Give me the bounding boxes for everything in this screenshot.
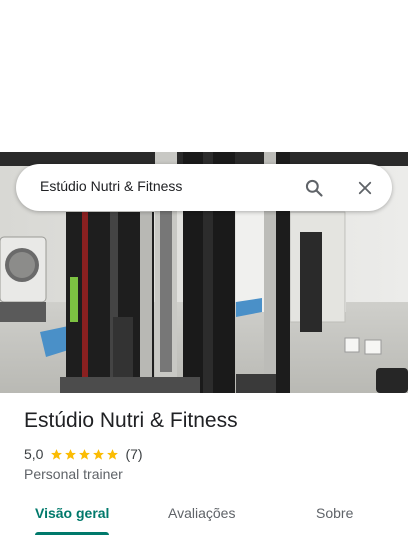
tab-overview[interactable]: Visão geral bbox=[35, 505, 109, 521]
search-icon[interactable] bbox=[301, 175, 327, 201]
review-count[interactable]: (7) bbox=[125, 446, 142, 462]
star-icon bbox=[51, 448, 63, 460]
star-icon bbox=[65, 448, 77, 460]
place-tabs: Visão geral Avaliações Sobre bbox=[0, 495, 408, 535]
search-query[interactable]: Estúdio Nutri & Fitness bbox=[40, 178, 182, 194]
place-details-page: Estúdio Nutri & Fitness Estúdio Nutri & … bbox=[0, 0, 408, 544]
active-tab-indicator bbox=[35, 532, 109, 535]
place-title: Estúdio Nutri & Fitness bbox=[24, 409, 238, 432]
star-rating bbox=[50, 448, 120, 461]
rating-row[interactable]: 5,0 (7) bbox=[24, 445, 143, 463]
close-icon[interactable] bbox=[352, 175, 378, 201]
star-icon bbox=[79, 448, 91, 460]
star-icon bbox=[107, 448, 119, 460]
star-icon bbox=[93, 448, 105, 460]
tab-reviews[interactable]: Avaliações bbox=[168, 505, 235, 521]
search-bar[interactable]: Estúdio Nutri & Fitness bbox=[16, 164, 392, 211]
tab-about[interactable]: Sobre bbox=[316, 505, 353, 521]
rating-value: 5,0 bbox=[24, 446, 44, 462]
place-category: Personal trainer bbox=[24, 466, 123, 482]
